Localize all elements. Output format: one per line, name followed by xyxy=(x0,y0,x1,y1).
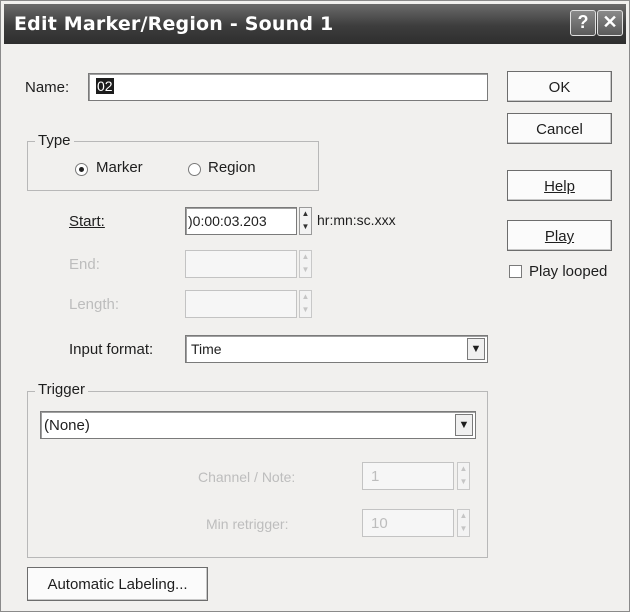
spin-down-icon: ▼ xyxy=(301,222,310,231)
name-field[interactable]: 02 xyxy=(88,73,488,101)
input-format-select[interactable]: Time ▼ xyxy=(185,335,488,363)
min-retrigger-value: 10 xyxy=(371,515,388,532)
name-label-text: Name: xyxy=(25,79,70,96)
min-retrigger-label: Min retrigger: xyxy=(206,516,289,532)
type-group-label: Type xyxy=(35,132,74,149)
channel-note-field: 1 xyxy=(362,462,454,490)
edit-marker-dialog: Edit Marker/Region - Sound 1 ? ✕ Name: 0… xyxy=(0,0,630,612)
spin-down-icon: ▼ xyxy=(459,524,468,533)
trigger-group-label: Trigger xyxy=(35,381,88,398)
name-label: Name: xyxy=(25,79,69,96)
help-title-button[interactable]: ? xyxy=(570,10,596,36)
end-field xyxy=(185,250,297,278)
region-radio-label: Region xyxy=(208,159,256,176)
ok-button[interactable]: OK xyxy=(507,71,612,102)
help-label: Help xyxy=(544,178,575,195)
start-spin-button[interactable]: ▲ ▼ xyxy=(299,207,312,235)
spin-down-icon: ▼ xyxy=(301,305,310,314)
start-label: Start: xyxy=(69,213,105,230)
start-format-hint: hr:mn:sc.xxx xyxy=(317,212,396,228)
length-field xyxy=(185,290,297,318)
play-looped-checkbox[interactable] xyxy=(509,265,522,278)
min-retrigger-spin-button: ▲ ▼ xyxy=(457,509,470,537)
end-label: End: xyxy=(69,256,100,273)
spin-up-icon: ▲ xyxy=(301,252,310,261)
channel-note-value: 1 xyxy=(371,468,380,485)
region-radio[interactable] xyxy=(188,163,201,176)
cancel-label: Cancel xyxy=(536,121,583,138)
help-button[interactable]: Help xyxy=(507,170,612,201)
input-format-label: Input format: xyxy=(69,341,154,358)
trigger-value: (None) xyxy=(44,417,90,434)
cancel-button[interactable]: Cancel xyxy=(507,113,612,144)
dropdown-arrow-icon[interactable]: ▼ xyxy=(455,414,473,436)
channel-note-spin-button: ▲ ▼ xyxy=(457,462,470,490)
close-title-button[interactable]: ✕ xyxy=(597,10,623,36)
play-label: Play xyxy=(544,228,575,245)
end-spin-button: ▲ ▼ xyxy=(299,250,312,278)
name-value: 02 xyxy=(96,78,114,94)
channel-note-label: Channel / Note: xyxy=(198,469,296,485)
input-format-value: Time xyxy=(191,341,222,357)
length-spin-button: ▲ ▼ xyxy=(299,290,312,318)
spin-down-icon: ▼ xyxy=(459,477,468,486)
dropdown-arrow-icon[interactable]: ▼ xyxy=(467,338,485,360)
trigger-select[interactable]: (None) ▼ xyxy=(40,411,476,439)
spin-up-icon: ▲ xyxy=(459,464,468,473)
window-title: Edit Marker/Region - Sound 1 xyxy=(14,13,334,35)
play-looped-label: Play looped xyxy=(529,263,608,280)
marker-radio[interactable] xyxy=(75,163,88,176)
ok-label: OK xyxy=(548,79,571,96)
marker-radio-label: Marker xyxy=(96,159,143,176)
start-field[interactable]: )0:00:03.203 xyxy=(185,207,297,235)
start-value: )0:00:03.203 xyxy=(188,213,267,229)
spin-up-icon: ▲ xyxy=(301,209,310,218)
spin-up-icon: ▲ xyxy=(301,292,310,301)
automatic-labeling-label: Automatic Labeling... xyxy=(47,576,188,593)
automatic-labeling-button[interactable]: Automatic Labeling... xyxy=(27,567,208,601)
spin-up-icon: ▲ xyxy=(459,511,468,520)
play-button[interactable]: Play xyxy=(507,220,612,251)
title-bar[interactable]: Edit Marker/Region - Sound 1 ? ✕ xyxy=(4,4,626,44)
min-retrigger-field: 10 xyxy=(362,509,454,537)
length-label: Length: xyxy=(69,296,120,313)
spin-down-icon: ▼ xyxy=(301,265,310,274)
